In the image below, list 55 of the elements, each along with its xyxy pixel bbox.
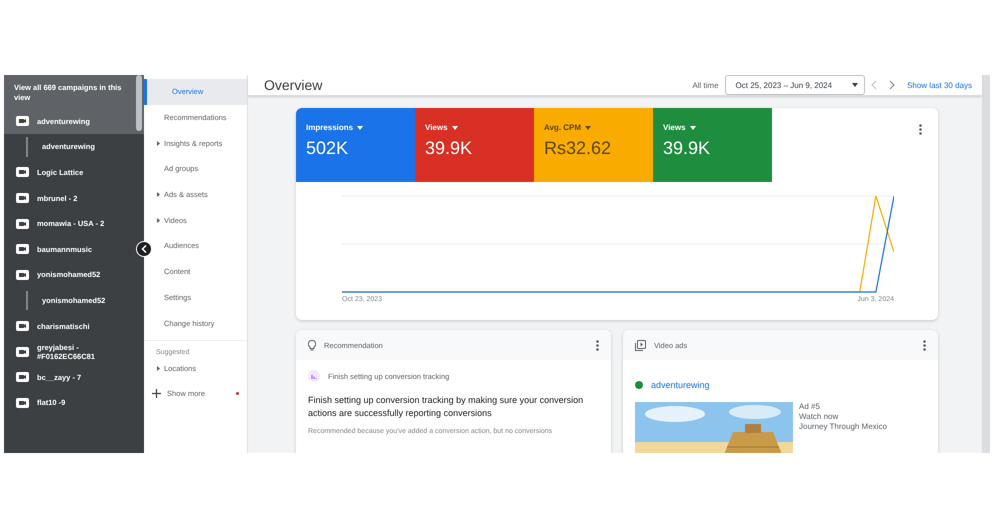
metric-value: Rs32.62 xyxy=(544,138,612,159)
metric-label: Views xyxy=(663,123,762,132)
campaign-link[interactable]: adventurewing xyxy=(651,380,710,390)
more-icon xyxy=(596,340,599,350)
page-title: Overview xyxy=(264,77,324,93)
plus-icon xyxy=(152,389,161,398)
video-icon xyxy=(16,346,29,357)
metric-tile[interactable]: Views 39.9K xyxy=(415,108,534,182)
caret-icon xyxy=(156,218,161,223)
metric-tile[interactable]: Views 39.9K xyxy=(653,108,772,182)
metric-label: Impressions xyxy=(306,123,405,132)
metric-value: 502K xyxy=(306,138,350,159)
ad-number: Ad #5 xyxy=(799,402,821,411)
dropdown-icon xyxy=(357,126,364,130)
metric-tile[interactable]: Avg. CPM Rs32.62 xyxy=(534,108,653,182)
dropdown-icon xyxy=(452,126,458,130)
video-icon xyxy=(16,167,29,178)
video-icon xyxy=(16,193,29,204)
caret-icon xyxy=(156,366,161,372)
more-icon xyxy=(919,124,922,135)
caret-icon xyxy=(156,192,161,198)
more-button[interactable] xyxy=(917,122,924,137)
dropdown-icon xyxy=(690,126,696,130)
dropdown-icon xyxy=(852,83,858,87)
more-icon xyxy=(923,340,926,350)
date-range-picker[interactable]: Oct 25, 2023 – Jun 9, 2024 xyxy=(724,75,866,95)
video-icon xyxy=(16,116,29,126)
ad-title: Journey Through Mexico xyxy=(799,422,887,431)
status-dot xyxy=(635,381,643,389)
chart-badge-icon xyxy=(308,370,320,382)
chevron-right-icon xyxy=(889,80,896,90)
scrollbar-thumb[interactable] xyxy=(136,75,142,131)
chevron-left-icon xyxy=(871,80,878,90)
metric-value: 39.9K xyxy=(425,138,474,159)
recommendation-text: Finish setting up conversion tracking by making sure your conversion actions are successfully reporting conversions xyxy=(308,394,584,420)
video-icon xyxy=(635,340,646,350)
metric-value: 39.9K xyxy=(663,138,712,159)
video-icon xyxy=(16,218,29,229)
range-label: All time xyxy=(692,80,719,90)
video-icon xyxy=(16,398,29,408)
video-icon xyxy=(16,270,29,280)
collapse-button[interactable] xyxy=(136,241,152,257)
notification-dot xyxy=(236,392,239,396)
lightbulb-icon xyxy=(308,340,316,350)
metric-label: Avg. CPM xyxy=(544,123,643,132)
metric-tile[interactable]: Impressions 502K xyxy=(296,108,415,182)
video-icon xyxy=(16,244,29,254)
caret-icon xyxy=(156,140,161,146)
metric-label: Views xyxy=(425,123,524,132)
show-last-30-days-link[interactable]: Show last 30 days xyxy=(907,80,972,90)
chevron-left-icon xyxy=(141,245,147,253)
video-icon xyxy=(16,321,29,332)
dropdown-icon xyxy=(585,126,592,130)
ad-cta: Watch now xyxy=(799,412,840,421)
video-icon xyxy=(16,372,29,382)
